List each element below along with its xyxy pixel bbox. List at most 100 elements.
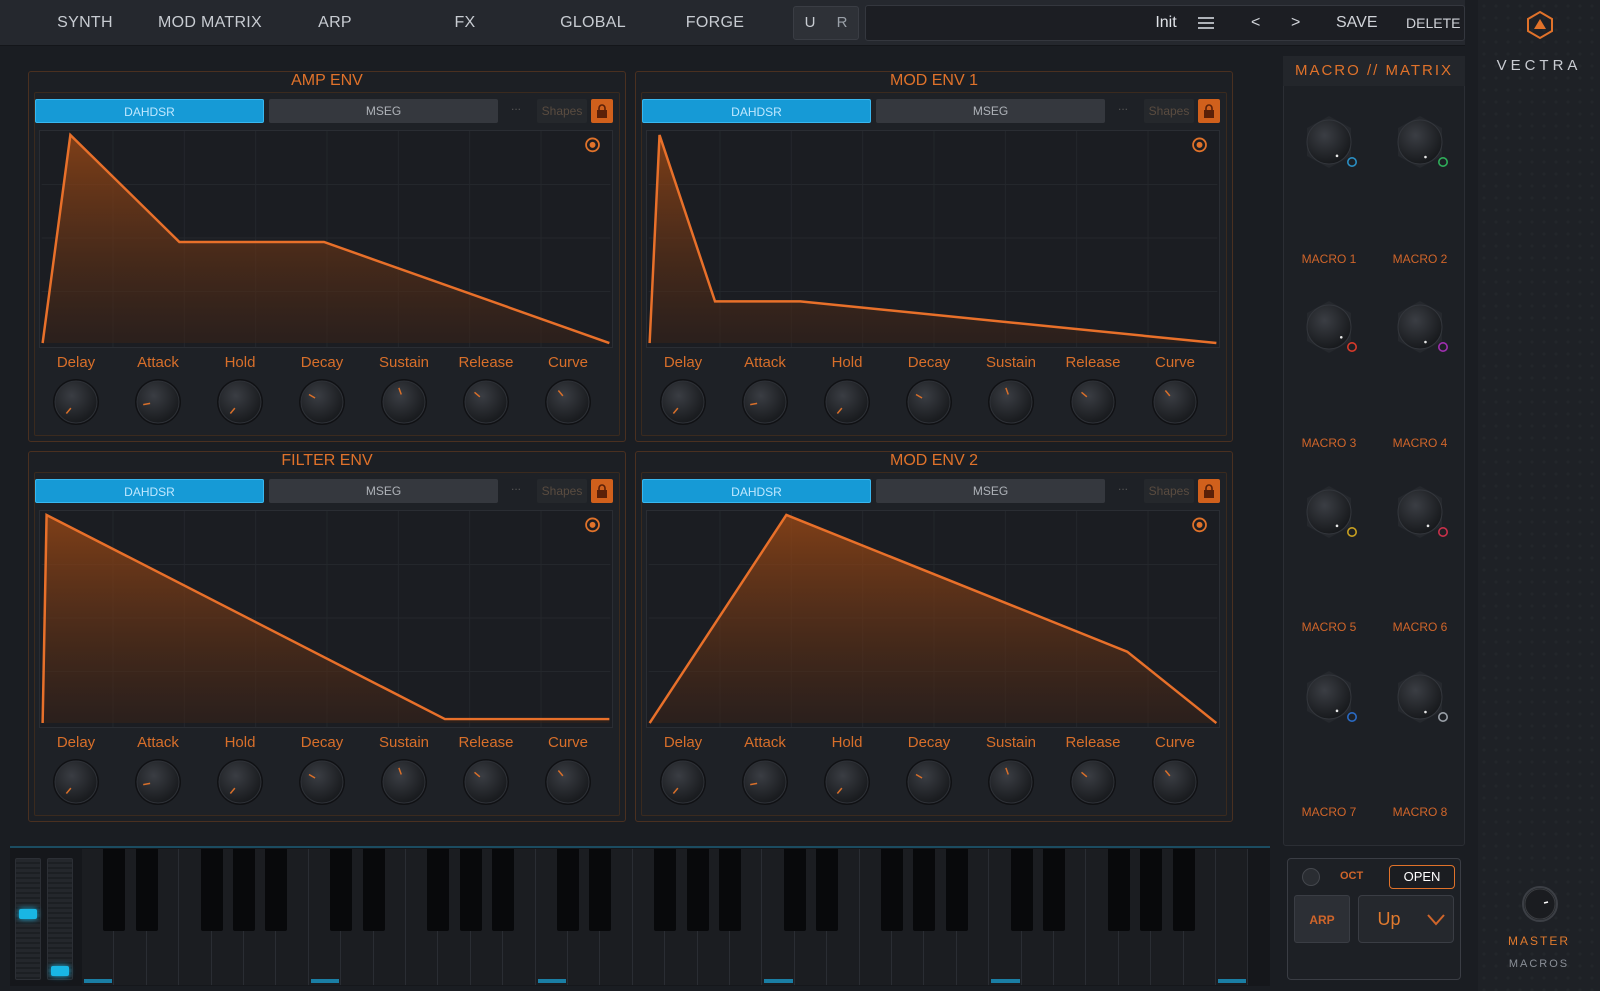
- black-key[interactable]: [945, 849, 968, 931]
- black-key[interactable]: [233, 849, 255, 931]
- black-key[interactable]: [200, 849, 223, 931]
- more-options-button[interactable]: ...: [511, 99, 521, 113]
- more-options-button[interactable]: ...: [1118, 479, 1128, 493]
- black-key[interactable]: [783, 849, 806, 931]
- knob-decay[interactable]: [298, 378, 346, 426]
- macro-knob-7[interactable]: [1301, 669, 1357, 725]
- knob-sustain[interactable]: [380, 378, 428, 426]
- knob-delay[interactable]: [52, 758, 100, 806]
- knob-hold[interactable]: [823, 378, 871, 426]
- knob-hold[interactable]: [216, 378, 264, 426]
- knob-decay[interactable]: [298, 758, 346, 806]
- black-key[interactable]: [913, 849, 936, 931]
- black-key[interactable]: [330, 849, 353, 931]
- lock-icon[interactable]: [591, 99, 613, 123]
- redo-button[interactable]: R: [826, 7, 858, 39]
- master-knob[interactable]: [1520, 884, 1560, 924]
- lock-icon[interactable]: [591, 479, 613, 503]
- black-key[interactable]: [135, 849, 158, 931]
- mod-wheel[interactable]: [47, 858, 73, 980]
- knob-delay[interactable]: [52, 378, 100, 426]
- more-options-button[interactable]: ...: [511, 479, 521, 493]
- mseg-mode-button[interactable]: MSEG: [269, 479, 498, 503]
- arp-button[interactable]: ARP: [1294, 895, 1350, 943]
- lock-icon[interactable]: [1198, 99, 1220, 123]
- knob-curve[interactable]: [544, 758, 592, 806]
- knob-release[interactable]: [462, 758, 510, 806]
- black-key[interactable]: [362, 849, 385, 931]
- knob-decay[interactable]: [905, 378, 953, 426]
- shapes-button[interactable]: Shapes: [1144, 99, 1194, 123]
- open-button[interactable]: OPEN: [1389, 865, 1455, 889]
- mseg-mode-button[interactable]: MSEG: [876, 99, 1105, 123]
- prev-preset-button[interactable]: <: [1251, 6, 1260, 40]
- black-key[interactable]: [589, 849, 612, 931]
- mod-wheel-thumb[interactable]: [51, 966, 69, 976]
- mseg-mode-button[interactable]: MSEG: [876, 479, 1105, 503]
- black-key[interactable]: [1043, 849, 1065, 931]
- knob-curve[interactable]: [544, 378, 592, 426]
- knob-delay[interactable]: [659, 758, 707, 806]
- dahdsr-mode-button[interactable]: DAHDSR: [642, 99, 871, 123]
- tab-forge[interactable]: FORGE: [670, 0, 760, 46]
- piano-keyboard[interactable]: [82, 849, 1272, 985]
- black-key[interactable]: [686, 849, 709, 931]
- undo-button[interactable]: U: [794, 7, 826, 39]
- knob-attack[interactable]: [741, 378, 789, 426]
- macro-knob-8[interactable]: [1392, 669, 1448, 725]
- macro-knob-3[interactable]: [1301, 299, 1357, 355]
- macro-knob-4[interactable]: [1392, 299, 1448, 355]
- lock-icon[interactable]: [1198, 479, 1220, 503]
- knob-attack[interactable]: [741, 758, 789, 806]
- tab-synth[interactable]: SYNTH: [40, 0, 130, 46]
- black-key[interactable]: [1172, 849, 1195, 931]
- hamburger-icon[interactable]: [1198, 6, 1214, 43]
- envelope-graph[interactable]: [646, 510, 1220, 728]
- knob-sustain[interactable]: [380, 758, 428, 806]
- macro-knob-5[interactable]: [1301, 484, 1357, 540]
- black-key[interactable]: [719, 849, 741, 931]
- dahdsr-mode-button[interactable]: DAHDSR: [35, 479, 264, 503]
- black-key[interactable]: [492, 849, 515, 931]
- black-key[interactable]: [103, 849, 126, 931]
- knob-attack[interactable]: [134, 758, 182, 806]
- more-options-button[interactable]: ...: [1118, 99, 1128, 113]
- tab-fx[interactable]: FX: [430, 0, 500, 46]
- mseg-mode-button[interactable]: MSEG: [269, 99, 498, 123]
- macro-matrix-title[interactable]: MACRO // MATRIX: [1283, 56, 1465, 86]
- dahdsr-mode-button[interactable]: DAHDSR: [642, 479, 871, 503]
- knob-attack[interactable]: [134, 378, 182, 426]
- delete-button[interactable]: DELETE: [1406, 6, 1460, 40]
- save-button[interactable]: SAVE: [1336, 6, 1378, 40]
- envelope-graph[interactable]: [39, 510, 613, 728]
- black-key[interactable]: [881, 849, 903, 931]
- black-key[interactable]: [816, 849, 839, 931]
- knob-curve[interactable]: [1151, 758, 1199, 806]
- knob-sustain[interactable]: [987, 758, 1035, 806]
- knob-curve[interactable]: [1151, 378, 1199, 426]
- pitch-wheel-thumb[interactable]: [19, 909, 37, 919]
- knob-release[interactable]: [462, 378, 510, 426]
- black-key[interactable]: [654, 849, 677, 931]
- pitch-wheel[interactable]: [15, 858, 41, 980]
- black-key[interactable]: [1140, 849, 1163, 931]
- black-key[interactable]: [265, 849, 288, 931]
- knob-hold[interactable]: [216, 758, 264, 806]
- envelope-graph[interactable]: [39, 130, 613, 348]
- tab-mod-matrix[interactable]: MOD MATRIX: [150, 0, 270, 46]
- black-key[interactable]: [1010, 849, 1033, 931]
- knob-hold[interactable]: [823, 758, 871, 806]
- knob-delay[interactable]: [659, 378, 707, 426]
- white-key[interactable]: [1216, 849, 1249, 985]
- envelope-graph[interactable]: [646, 130, 1220, 348]
- knob-release[interactable]: [1069, 378, 1117, 426]
- macro-knob-1[interactable]: [1301, 114, 1357, 170]
- macro-knob-2[interactable]: [1392, 114, 1448, 170]
- black-key[interactable]: [427, 849, 450, 931]
- black-key[interactable]: [459, 849, 482, 931]
- shapes-button[interactable]: Shapes: [1144, 479, 1194, 503]
- preset-name[interactable]: Init: [1016, 6, 1316, 40]
- arp-power-toggle[interactable]: [1302, 868, 1320, 886]
- knob-release[interactable]: [1069, 758, 1117, 806]
- macro-knob-6[interactable]: [1392, 484, 1448, 540]
